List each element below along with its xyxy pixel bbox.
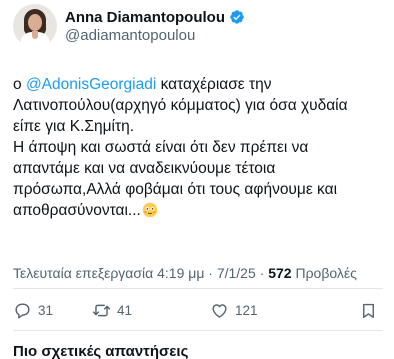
reply-button[interactable]: 31 [13, 296, 53, 324]
like-count: 121 [235, 302, 258, 318]
tweet-line-text: αποθρασύνονται... [13, 202, 141, 219]
repost-button[interactable]: 41 [92, 296, 132, 324]
edited-timestamp[interactable]: Τελευταία επεξεργασία 4:19 μμ · 7/1/25 · [13, 265, 268, 281]
bookmark-icon [363, 303, 374, 318]
author-name-row: Anna Diamantopoulou [65, 7, 245, 27]
reply-icon [15, 302, 30, 318]
tweet-line: Η άποψη και σωστά είναι ότι δεν πρέπει ν… [13, 139, 309, 156]
repost-count: 41 [117, 302, 133, 318]
tweet-header: Anna Diamantopoulou @adiamantopoulou [13, 4, 383, 48]
avatar[interactable] [13, 4, 57, 48]
like-button[interactable]: 121 [210, 296, 258, 324]
author-handle[interactable]: @adiamantopoulou [65, 27, 195, 44]
tweet-line: απαντάμε και να αναδεικνύουμε τέτοια [13, 160, 276, 177]
tweet-line: είπε για Κ.Σημίτη. [13, 118, 134, 135]
mention-link[interactable]: @AdonisGeorgiadi [26, 76, 156, 93]
tweet-line: αποθρασύνονται... [13, 200, 389, 221]
views-label: Προβολές [291, 265, 357, 281]
author-display-name[interactable]: Anna Diamantopoulou [65, 9, 225, 26]
related-replies-label[interactable]: Πιο σχετικές απαντήσεις [13, 343, 188, 359]
repost-icon [92, 304, 111, 316]
tweet-line: ο @AdonisGeorgiadi καταχέριασε την [13, 74, 389, 95]
divider [13, 330, 383, 331]
verified-badge-icon [230, 10, 244, 24]
tweet-line-prefix: ο [13, 76, 26, 93]
tweet-text: ο @AdonisGeorgiadi καταχέριασε την Λατιν… [13, 74, 389, 221]
divider [13, 288, 383, 289]
tweet-line-text: καταχέριασε την [156, 76, 272, 93]
flushed-face-emoji [142, 202, 158, 218]
tweet-meta: Τελευταία επεξεργασία 4:19 μμ · 7/1/25 ·… [13, 265, 357, 281]
action-bar: 31 41 121 [13, 296, 383, 324]
tweet-line: Λατινοπούλου(αρχηγό κόμματος) για όσα χυ… [13, 97, 348, 114]
views-count: 572 [268, 265, 292, 281]
like-icon [212, 303, 227, 318]
reply-count: 31 [38, 302, 54, 318]
bookmark-button[interactable] [359, 296, 378, 324]
tweet-line: πρόσωπα,Αλλά φοβάμαι ότι τους αφήνουμε κ… [13, 181, 338, 198]
